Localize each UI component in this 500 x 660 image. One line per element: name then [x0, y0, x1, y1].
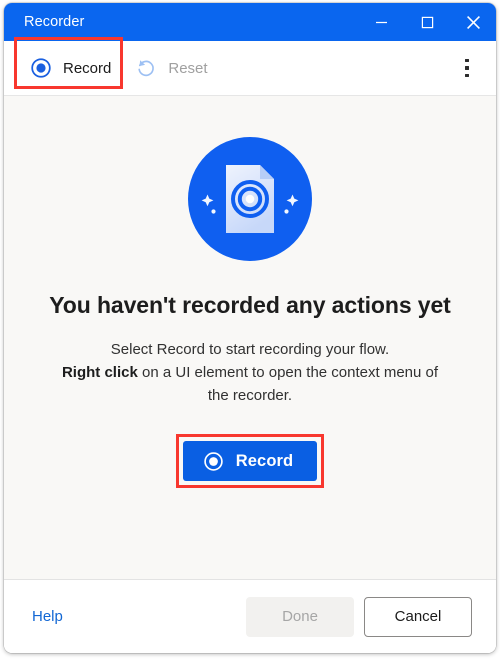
record-circle-icon: [30, 57, 52, 79]
minimize-button[interactable]: [358, 3, 404, 41]
close-button[interactable]: [450, 3, 496, 41]
toolbar-record-button[interactable]: Record: [18, 50, 123, 86]
window-controls: [358, 3, 496, 41]
description-line-2: on a UI element to open the context menu…: [137, 363, 439, 404]
maximize-icon: [421, 16, 434, 29]
help-link[interactable]: Help: [32, 608, 63, 625]
toolbar-reset-label: Reset: [168, 59, 208, 77]
title-bar: Recorder: [4, 3, 496, 41]
empty-state-description: Select Record to start recording your fl…: [61, 339, 439, 407]
minimize-icon: [375, 16, 388, 29]
maximize-button[interactable]: [404, 3, 450, 41]
toolbar-reset-button[interactable]: Reset: [123, 50, 219, 86]
description-line-1: Select Record to start recording your fl…: [110, 341, 390, 358]
more-dot: [465, 66, 469, 70]
toolbar: Record Reset: [4, 37, 496, 96]
page-title: You haven't recorded any actions yet: [49, 292, 451, 318]
window-title: Recorder: [24, 14, 85, 30]
record-circle-icon: [203, 451, 224, 472]
record-button[interactable]: Record: [182, 441, 318, 482]
more-dot: [465, 58, 469, 63]
cancel-button[interactable]: Cancel: [364, 596, 472, 637]
recorder-window: Recorder Record Reset You haven't record…: [4, 3, 496, 653]
record-button-container: Record: [175, 434, 325, 489]
description-bold-text: Right click: [61, 363, 138, 381]
record-button-label: Record: [235, 451, 294, 470]
more-dot: [465, 73, 469, 78]
toolbar-record-label: Record: [63, 59, 112, 77]
empty-state-panel: You haven't recorded any actions yet Sel…: [4, 96, 496, 579]
more-vertical-icon[interactable]: [452, 52, 482, 84]
document-record-icon: [188, 137, 312, 261]
done-button[interactable]: Done: [246, 596, 354, 637]
dialog-footer: Help Done Cancel: [4, 579, 496, 653]
close-icon: [466, 15, 481, 30]
reset-arrow-icon: [135, 57, 157, 79]
